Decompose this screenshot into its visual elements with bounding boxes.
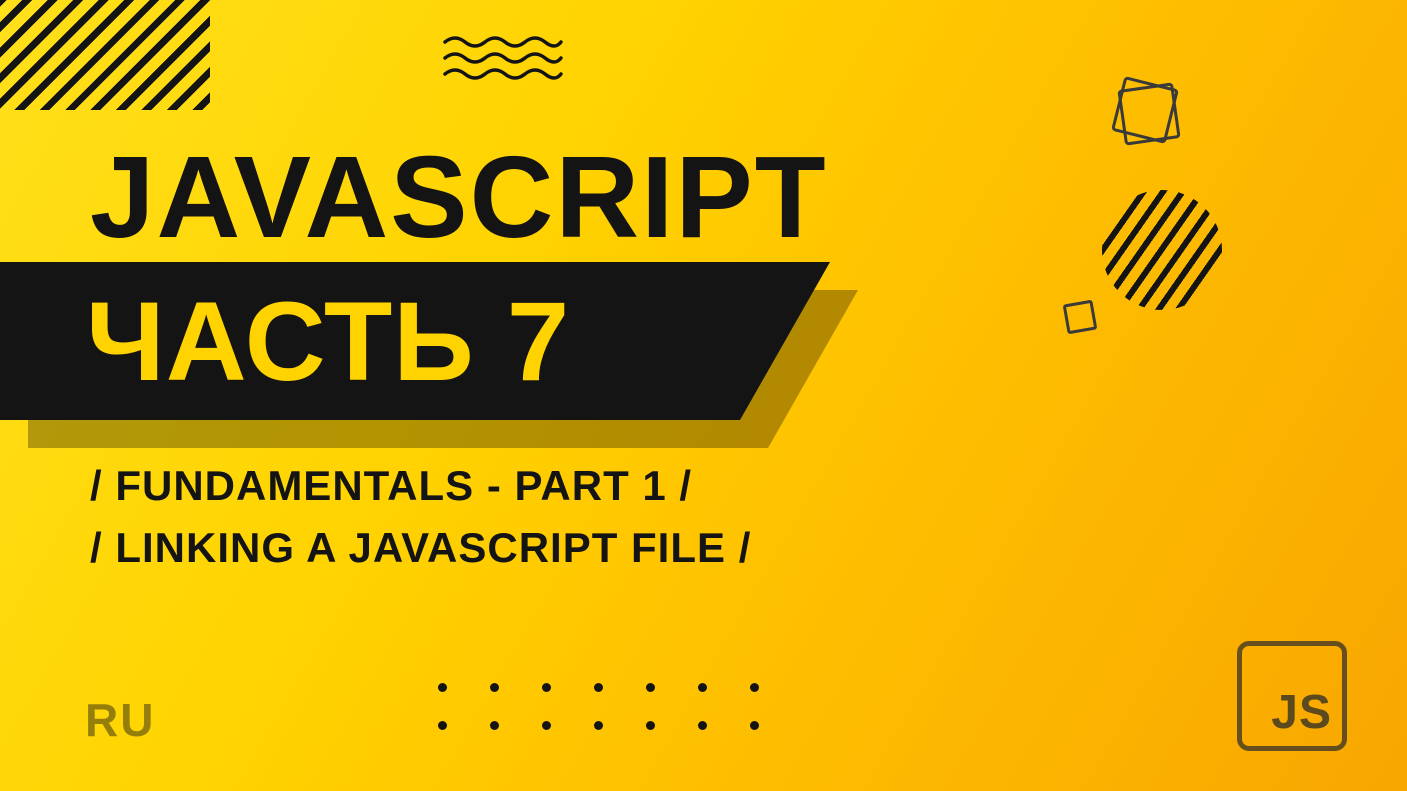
dot-grid-decoration — [438, 683, 760, 731]
js-logo-badge: JS — [1237, 641, 1347, 751]
subtitle-line-1: / FUNDAMENTALS - PART 1 / — [90, 462, 692, 510]
js-logo-text: JS — [1271, 685, 1332, 740]
subtitle-line-2: / LINKING A JAVASCRIPT FILE / — [90, 524, 751, 572]
hatch-pattern-top-left — [0, 0, 210, 110]
main-title: JAVASCRIPT — [90, 130, 828, 264]
part-label: ЧАСТЬ 7 — [0, 277, 570, 406]
hatch-circle-decoration — [1102, 190, 1222, 310]
part-band: ЧАСТЬ 7 — [0, 262, 830, 420]
waves-icon — [443, 34, 563, 84]
language-label: RU — [85, 693, 155, 747]
small-square-decoration — [1063, 300, 1098, 335]
